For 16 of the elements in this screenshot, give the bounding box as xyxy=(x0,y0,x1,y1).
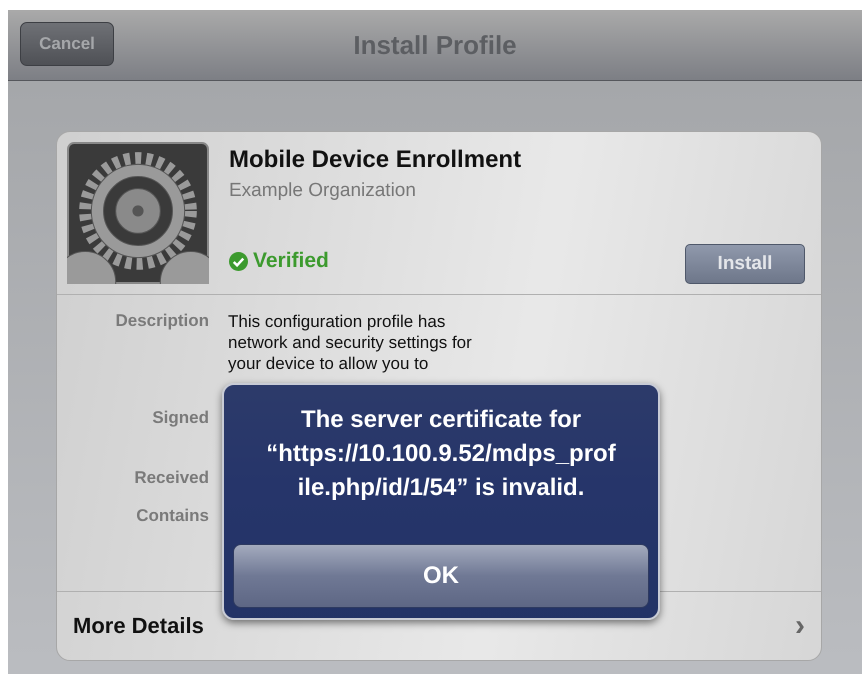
chevron-icon: › xyxy=(795,609,805,643)
detail-label: Signed xyxy=(151,408,209,428)
detail-value: This configuration profile has network and security settings for your device to allow you to xyxy=(228,311,473,374)
cancel-button[interactable]: Cancel xyxy=(20,22,114,66)
organization-name: Example Organization xyxy=(229,180,417,202)
window-title: Install Profile xyxy=(353,30,517,60)
verified-label: Verified xyxy=(253,249,329,273)
profile-name: Mobile Device Enrollment xyxy=(229,146,522,174)
detail-label: Description xyxy=(114,311,209,332)
gears-icon xyxy=(67,142,209,284)
detail-label: Contains xyxy=(135,506,209,526)
detail-label: Received xyxy=(133,468,209,488)
more-details-label: More Details xyxy=(73,613,204,639)
install-button[interactable]: Install xyxy=(685,244,805,284)
ok-button[interactable]: OK xyxy=(233,544,649,608)
alert-message: The server certificate for “https://10.100.9.52/mdps_profile.php/id/1/54” is invalid. xyxy=(265,405,617,503)
